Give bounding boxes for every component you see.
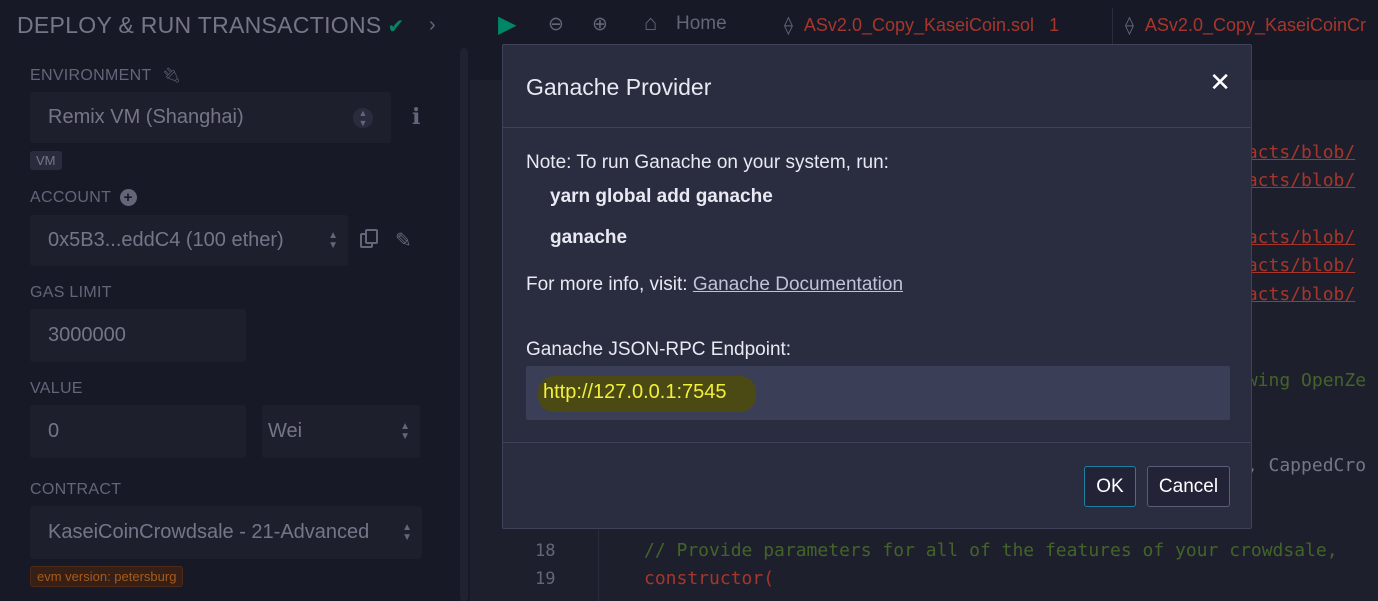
more-info-prefix: For more info, visit: <box>526 274 688 295</box>
modal-footer: OK Cancel <box>503 443 1251 529</box>
ok-button[interactable]: OK <box>1084 466 1136 507</box>
install-command: yarn global add ganache <box>550 186 773 207</box>
ganache-provider-modal: Ganache Provider ✕ Note: To run Ganache … <box>502 44 1252 529</box>
ganache-docs-link[interactable]: Ganache Documentation <box>693 274 903 295</box>
modal-title: Ganache Provider <box>526 74 712 100</box>
endpoint-input[interactable]: http://127.0.0.1:7545 <box>526 366 1230 420</box>
cancel-button[interactable]: Cancel <box>1147 466 1230 507</box>
close-icon[interactable]: ✕ <box>1209 67 1231 98</box>
more-info-text: For more info, visit: Ganache Documentat… <box>526 274 903 296</box>
modal-body: Note: To run Ganache on your system, run… <box>503 128 1251 443</box>
endpoint-label: Ganache JSON-RPC Endpoint: <box>526 339 792 360</box>
endpoint-value: http://127.0.0.1:7545 <box>543 381 727 403</box>
modal-header: Ganache Provider ✕ <box>503 45 1251 128</box>
run-command: ganache <box>550 227 628 248</box>
install-note: Note: To run Ganache on your system, run… <box>526 152 889 173</box>
